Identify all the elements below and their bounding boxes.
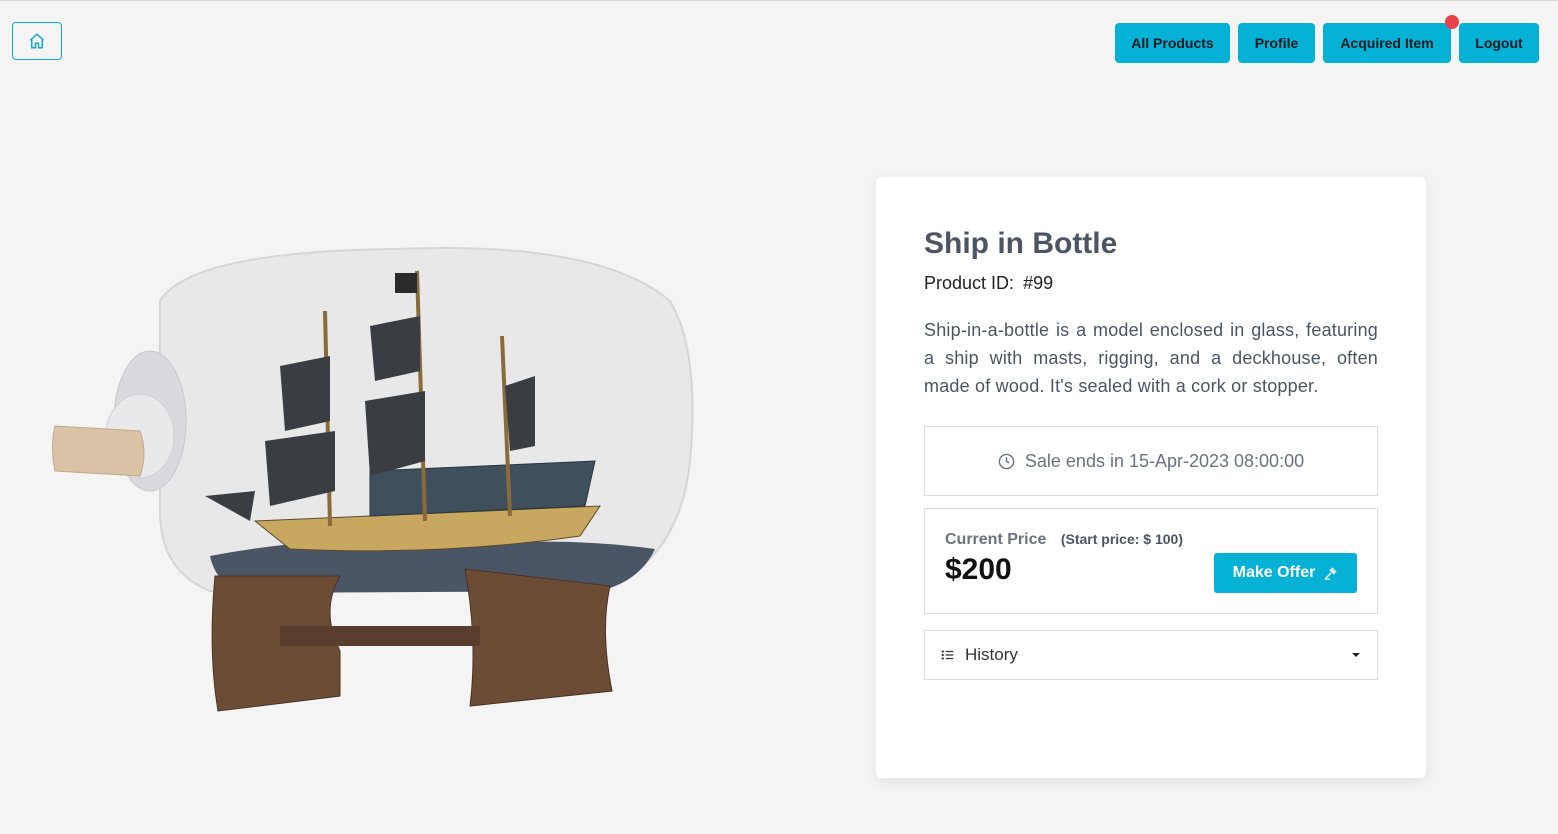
product-title: Ship in Bottle	[924, 227, 1118, 260]
make-offer-label: Make Offer	[1232, 564, 1316, 581]
all-products-button[interactable]: All Products	[1115, 23, 1230, 63]
home-icon	[29, 33, 45, 49]
profile-button[interactable]: Profile	[1238, 23, 1315, 63]
sale-end-box: Sale ends in 15-Apr-2023 08:00:00	[924, 426, 1378, 496]
gavel-icon	[1325, 566, 1337, 580]
start-price: (Start price: $ 100)	[1060, 531, 1183, 547]
product-id: Product ID: #99	[924, 273, 1378, 294]
list-icon	[941, 650, 954, 660]
clock-icon	[998, 453, 1015, 469]
sale-end-text: Sale ends in 15-Apr-2023 08:00:00	[1024, 450, 1305, 471]
history-label: History	[965, 645, 1018, 664]
home-button[interactable]	[12, 22, 62, 60]
top-nav: All Products Profile Acquired Item Logou…	[1115, 15, 1539, 63]
acquired-item-wrapper: Acquired Item	[1323, 15, 1459, 63]
price-box: Current Price (Start price: $ 100) $200 …	[924, 508, 1378, 614]
history-dropdown[interactable]: History	[924, 630, 1378, 680]
product-description: Ship-in-a-bottle is a model enclosed in …	[924, 320, 1378, 396]
notification-dot	[1445, 15, 1459, 29]
make-offer-button[interactable]: Make Offer	[1214, 553, 1357, 593]
current-price-label: Current Price	[945, 531, 1047, 548]
caret-down-icon	[1352, 653, 1360, 657]
product-id-label: Product ID:	[924, 273, 1015, 293]
product-id-value: #99	[1023, 273, 1054, 293]
product-card: Ship in Bottle Product ID: #99 Ship-in-a…	[876, 177, 1426, 778]
logout-button[interactable]: Logout	[1459, 23, 1539, 63]
product-image	[52, 247, 694, 712]
acquired-item-button[interactable]: Acquired Item	[1323, 23, 1451, 63]
